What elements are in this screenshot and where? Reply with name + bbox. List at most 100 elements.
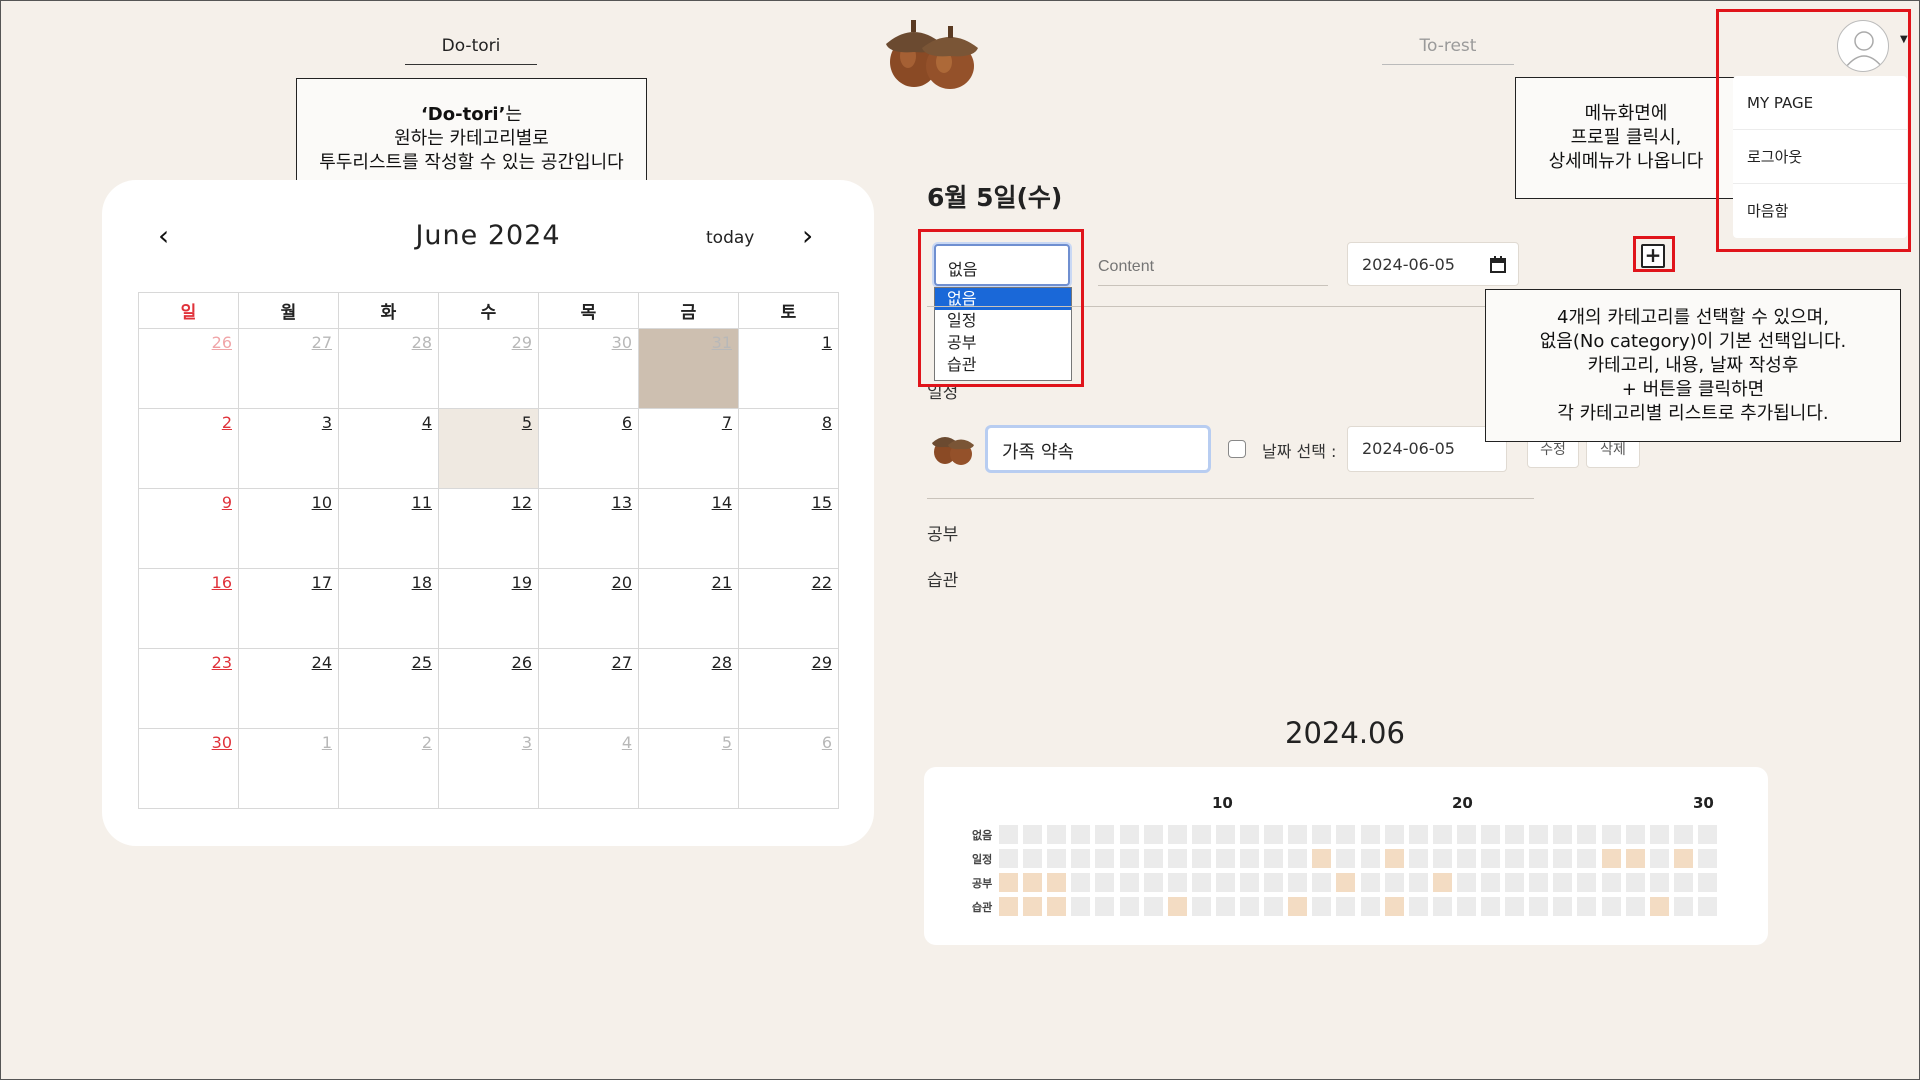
day-number: 28 bbox=[711, 653, 732, 672]
day-number: 17 bbox=[311, 573, 332, 592]
weekday-header: 금 bbox=[638, 292, 739, 329]
calendar-day[interactable]: 11 bbox=[338, 488, 439, 569]
calendar-day[interactable]: 5 bbox=[638, 728, 739, 809]
calendar-day[interactable]: 24 bbox=[238, 648, 339, 729]
new-todo-date-input[interactable]: 2024-06-05 bbox=[1347, 242, 1519, 286]
calendar-day[interactable]: 4 bbox=[338, 408, 439, 489]
chevron-down-icon[interactable]: ▼ bbox=[1900, 34, 1908, 45]
calendar-day[interactable]: 1 bbox=[738, 328, 839, 409]
calendar-day[interactable]: 2 bbox=[138, 408, 239, 489]
calendar-day[interactable]: 18 bbox=[338, 568, 439, 649]
calendar-day[interactable]: 30 bbox=[538, 328, 639, 409]
heatmap-cell bbox=[1023, 873, 1043, 892]
menu-description-note: 메뉴화면에 프로필 클릭시, 상세메뉴가 나옵니다 bbox=[1515, 77, 1737, 199]
todo-item-input[interactable]: 가족 약속 bbox=[985, 425, 1211, 473]
calendar-day[interactable]: 14 bbox=[638, 488, 739, 569]
todo-date-input[interactable]: 2024-06-05 bbox=[1347, 426, 1507, 472]
nav-to-rest[interactable]: To-rest bbox=[1382, 36, 1514, 65]
weekday-header: 화 bbox=[338, 292, 439, 329]
calendar-day-selected[interactable]: 5 bbox=[438, 408, 539, 489]
calendar-day[interactable]: 30 bbox=[138, 728, 239, 809]
heatmap-cell bbox=[1215, 825, 1235, 844]
calendar-day[interactable]: 25 bbox=[338, 648, 439, 729]
calendar-day[interactable]: 15 bbox=[738, 488, 839, 569]
day-number: 7 bbox=[721, 413, 732, 432]
heatmap-cell bbox=[1071, 873, 1091, 892]
calendar-day[interactable]: 7 bbox=[638, 408, 739, 489]
heatmap-cell bbox=[1384, 825, 1404, 844]
category-option-habit[interactable]: 습관 bbox=[935, 354, 1071, 376]
calendar-day[interactable]: 8 bbox=[738, 408, 839, 489]
calendar-day[interactable]: 4 bbox=[538, 728, 639, 809]
heatmap-cell bbox=[1336, 873, 1356, 892]
next-month-button[interactable]: › bbox=[802, 222, 813, 250]
heatmap-cell bbox=[1047, 849, 1067, 868]
category-description-note: 4개의 카테고리를 선택할 수 있으며, 없음(No category)이 기본… bbox=[1485, 289, 1901, 442]
calendar-day[interactable]: 26 bbox=[438, 648, 539, 729]
heatmap-axis-tick: 20 bbox=[1452, 794, 1473, 812]
menu-item-inbox[interactable]: 마음함 bbox=[1733, 184, 1907, 238]
calendar-day[interactable]: 17 bbox=[238, 568, 339, 649]
todo-date-checkbox[interactable] bbox=[1228, 440, 1246, 458]
calendar-day[interactable]: 19 bbox=[438, 568, 539, 649]
calendar-day[interactable]: 1 bbox=[238, 728, 339, 809]
calendar-day[interactable]: 27 bbox=[238, 328, 339, 409]
calendar-day[interactable]: 6 bbox=[538, 408, 639, 489]
calendar-day[interactable]: 3 bbox=[238, 408, 339, 489]
day-number: 28 bbox=[411, 333, 432, 352]
heatmap-cell bbox=[1312, 873, 1332, 892]
calendar-day[interactable]: 27 bbox=[538, 648, 639, 729]
menu-item-logout[interactable]: 로그아웃 bbox=[1733, 130, 1907, 184]
profile-menu: MY PAGE 로그아웃 마음함 bbox=[1733, 76, 1907, 238]
content-input[interactable] bbox=[1098, 248, 1328, 286]
heatmap-cell bbox=[1360, 825, 1380, 844]
category-option-schedule[interactable]: 일정 bbox=[935, 310, 1071, 332]
calendar-day[interactable]: 23 bbox=[138, 648, 239, 729]
calendar-day[interactable]: 12 bbox=[438, 488, 539, 569]
calendar-day[interactable]: 13 bbox=[538, 488, 639, 569]
profile-avatar[interactable] bbox=[1837, 20, 1889, 72]
today-button[interactable]: today bbox=[706, 228, 754, 248]
category-option-study[interactable]: 공부 bbox=[935, 332, 1071, 354]
calendar-day[interactable]: 29 bbox=[438, 328, 539, 409]
calendar-day[interactable]: 31 bbox=[638, 328, 739, 409]
calendar-day[interactable]: 2 bbox=[338, 728, 439, 809]
calendar-day[interactable]: 28 bbox=[638, 648, 739, 729]
category-select[interactable]: 없음 bbox=[934, 244, 1070, 286]
heatmap-cell bbox=[1577, 873, 1597, 892]
calendar-day[interactable]: 22 bbox=[738, 568, 839, 649]
divider bbox=[927, 498, 1534, 499]
heatmap-cell bbox=[1095, 873, 1115, 892]
note-line: 투두리스트를 작성할 수 있는 공간입니다 bbox=[319, 152, 624, 173]
calendar-day[interactable]: 28 bbox=[338, 328, 439, 409]
calendar-day[interactable]: 21 bbox=[638, 568, 739, 649]
calendar-day[interactable]: 29 bbox=[738, 648, 839, 729]
day-number: 2 bbox=[221, 413, 232, 432]
heatmap-cell bbox=[1649, 849, 1669, 868]
heatmap-cell bbox=[1119, 897, 1139, 916]
menu-item-mypage[interactable]: MY PAGE bbox=[1733, 76, 1907, 130]
heatmap-cell bbox=[1312, 897, 1332, 916]
heatmap-cell bbox=[1529, 849, 1549, 868]
day-number: 26 bbox=[511, 653, 532, 672]
heatmap-cell bbox=[1336, 849, 1356, 868]
nav-do-tori[interactable]: Do-tori bbox=[405, 36, 537, 65]
weekday-header: 월 bbox=[238, 292, 339, 329]
calendar-icon[interactable] bbox=[1490, 256, 1506, 273]
heatmap-cell bbox=[1312, 825, 1332, 844]
heatmap-cell bbox=[1360, 897, 1380, 916]
calendar-day[interactable]: 20 bbox=[538, 568, 639, 649]
calendar-day[interactable]: 3 bbox=[438, 728, 539, 809]
calendar-day[interactable]: 9 bbox=[138, 488, 239, 569]
day-number: 11 bbox=[411, 493, 432, 512]
heatmap-cell bbox=[1432, 825, 1452, 844]
calendar-day[interactable]: 6 bbox=[738, 728, 839, 809]
date-select-label: 날짜 선택 : bbox=[1262, 442, 1337, 461]
add-todo-button[interactable]: + bbox=[1641, 244, 1665, 268]
heatmap-cell bbox=[1697, 897, 1717, 916]
calendar-day[interactable]: 26 bbox=[138, 328, 239, 409]
calendar-day[interactable]: 16 bbox=[138, 568, 239, 649]
heatmap-cell bbox=[1047, 825, 1067, 844]
calendar-day[interactable]: 10 bbox=[238, 488, 339, 569]
heatmap-cell bbox=[1456, 825, 1476, 844]
